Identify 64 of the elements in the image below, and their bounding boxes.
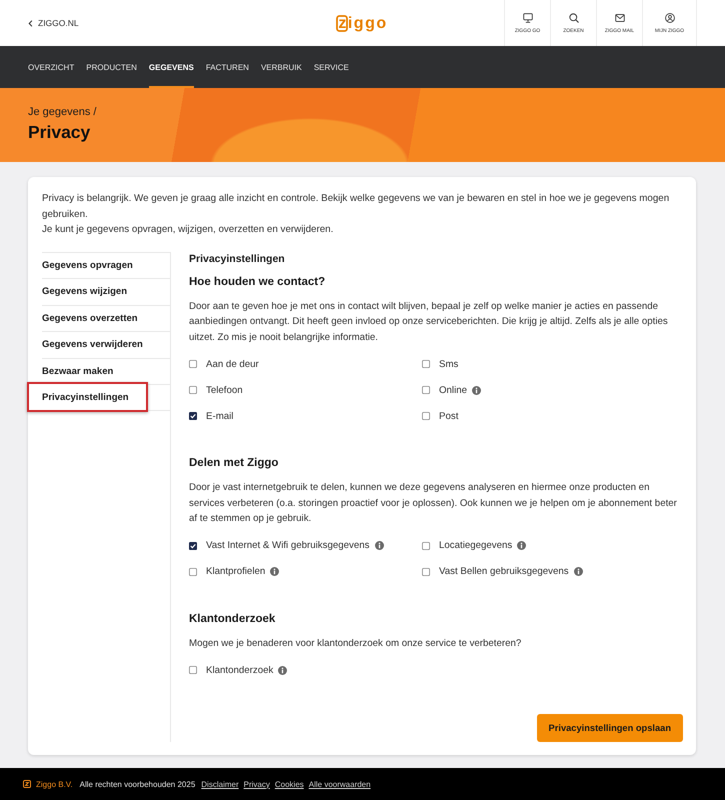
checkbox[interactable] — [189, 386, 197, 394]
nav-tab[interactable]: PRODUCTEN — [86, 46, 137, 88]
info-icon[interactable] — [517, 541, 526, 550]
sidebar-item[interactable]: Gegevens overzetten — [42, 312, 138, 324]
tv-icon — [522, 12, 532, 22]
checkbox[interactable] — [189, 412, 197, 420]
sidebar-item[interactable]: Privacyinstellingen — [27, 382, 148, 412]
footer-link[interactable]: Alle voorwaarden — [308, 780, 371, 788]
sidebar-item[interactable]: Bezwaar maken — [42, 366, 114, 377]
option-label: Post — [439, 410, 458, 422]
intro-text: Privacy is belangrijk. We geven je graag alle inzicht en controle. Bekijk welke gegevens we van je bewaren en stel in hoe we je gegevens mogen gebruiken. — [42, 192, 670, 222]
section-heading: Delen met Ziggo — [189, 456, 280, 471]
checkbox[interactable] — [422, 542, 430, 550]
nav-tab[interactable]: FACTUREN — [206, 46, 249, 88]
option-label: Klantonderzoek — [206, 664, 274, 676]
back-link[interactable]: ZIGGO.NL — [28, 18, 79, 28]
info-icon[interactable] — [574, 567, 583, 576]
checkbox[interactable] — [189, 666, 197, 674]
mail-icon — [614, 12, 624, 22]
logo-icon[interactable] — [23, 780, 31, 788]
checkbox[interactable] — [189, 542, 197, 550]
checkbox[interactable] — [422, 568, 430, 576]
nav-tab[interactable]: OVERZICHT — [28, 46, 74, 88]
nav-tab[interactable]: SERVICE — [314, 46, 349, 88]
footer-link[interactable]: Disclaimer — [201, 780, 239, 788]
info-icon[interactable] — [270, 567, 280, 576]
checkbox[interactable] — [189, 568, 197, 576]
option-label: Aan de deur — [206, 358, 259, 370]
checkbox[interactable] — [422, 360, 430, 368]
copyright-text: Alle rechten voorbehouden 2025 — [80, 780, 196, 788]
option-label: Sms — [439, 358, 458, 370]
section-text: Door aan te geven hoe je met ons in contact wilt blijven, bepaal je zelf op welke manier je acties en passende aanbiedingen ontvangt. Dit heeft geen invloed op onze serviceberichten. Die krijg je altijd. Zelfs als je alle opties uitzet. Zo mis je nooit belangrijke informatie. — [189, 300, 669, 344]
info-icon[interactable] — [374, 541, 384, 550]
section-heading: Klantonderzoek — [189, 612, 276, 626]
sidebar-item[interactable]: Gegevens wijzigen — [42, 286, 127, 298]
option-label: Online — [439, 384, 468, 396]
chevron-left-icon — [28, 20, 33, 26]
footer-link[interactable]: Cookies — [274, 780, 304, 788]
option-label: E-mail — [206, 410, 234, 422]
option-label: Klantprofielen — [206, 566, 266, 577]
checkbox[interactable] — [422, 412, 430, 420]
section-text: Door je vast internetgebruik te delen, kunnen we deze gegevens analyseren en hiermee onze producten en services verbeteren (o.a. storingen proactief voor je oplossen). Ook kunnen we je helpen om je abonnement beter af te stemmen op je gebruik. — [189, 481, 678, 526]
page-title: Privacy — [28, 121, 92, 143]
checkbox[interactable] — [189, 360, 197, 368]
nav-tab[interactable]: VERBRUIK — [260, 46, 302, 88]
checkbox[interactable] — [422, 386, 430, 394]
section-title: Privacyinstellingen — [189, 252, 286, 266]
save-button[interactable]: Privacyinstellingen opslaan — [536, 714, 683, 742]
section-text: Mogen we je benaderen voor klantonderzoek om onze service te verbeteren? — [189, 636, 522, 650]
option-label: Vast Internet & Wifi gebruiksgegevens — [206, 540, 370, 551]
search-icon — [568, 12, 578, 22]
intro-text: Je kunt je gegevens opvragen, wijzigen, overzetten en verwijderen. — [42, 223, 334, 237]
info-icon[interactable] — [278, 666, 288, 674]
breadcrumb[interactable]: Je gegevens / — [28, 105, 697, 119]
footer-link[interactable]: Privacy — [244, 780, 270, 788]
option-label: Locatiegegevens — [439, 540, 512, 551]
company-name: Ziggo B.V. — [36, 780, 73, 788]
section-heading: Hoe houden we contact? — [189, 274, 326, 290]
info-icon[interactable] — [472, 386, 482, 394]
option-label: Telefoon — [206, 384, 243, 396]
sidebar-item[interactable]: Gegevens verwijderen — [42, 339, 143, 350]
sidebar-item[interactable]: Gegevens opvragen — [42, 260, 133, 271]
user-icon — [664, 12, 674, 22]
option-label: Vast Bellen gebruiksgegevens — [439, 566, 569, 577]
